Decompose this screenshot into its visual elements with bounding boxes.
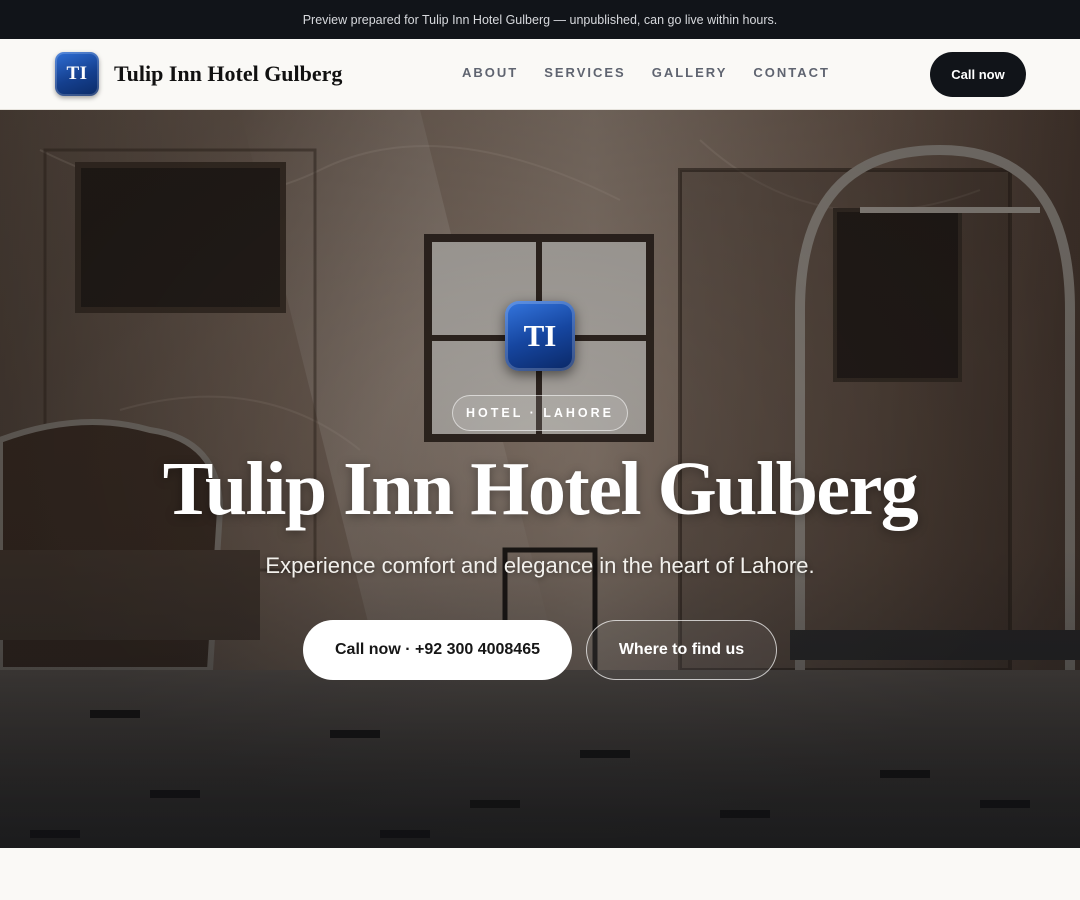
find-us-button[interactable]: Where to find us <box>586 620 777 680</box>
announcement-text: Preview prepared for Tulip Inn Hotel Gul… <box>302 12 778 27</box>
call-now-button[interactable]: Call now <box>930 52 1026 97</box>
nav-services[interactable]: SERVICES <box>531 65 639 80</box>
site-header: TI Tulip Inn Hotel Gulberg ABOUT SERVICE… <box>0 39 1080 110</box>
logo-badge[interactable]: TI <box>55 52 99 96</box>
nav-contact[interactable]: CONTACT <box>740 65 843 80</box>
hero-title: Tulip Inn Hotel Gulberg <box>162 447 919 531</box>
hero-subtitle: Experience comfort and elegance in the h… <box>265 553 815 578</box>
logo-initials: TI <box>66 63 88 84</box>
brand-name[interactable]: Tulip Inn Hotel Gulberg <box>114 61 342 87</box>
call-phone-button[interactable]: Call now · +92 300 4008465 <box>303 620 572 680</box>
announcement-bar: Preview prepared for Tulip Inn Hotel Gul… <box>0 0 1080 39</box>
nav-about[interactable]: ABOUT <box>449 65 531 80</box>
hero-logo-initials: TI <box>523 318 557 353</box>
hero-logo-badge: TI <box>505 301 575 371</box>
nav-gallery[interactable]: GALLERY <box>639 65 741 80</box>
main-nav: ABOUT SERVICES GALLERY CONTACT <box>449 65 843 80</box>
hero-section: TI HOTEL · LAHORE Tulip Inn Hotel Gulber… <box>0 110 1080 848</box>
category-badge: HOTEL · LAHORE <box>452 395 628 431</box>
